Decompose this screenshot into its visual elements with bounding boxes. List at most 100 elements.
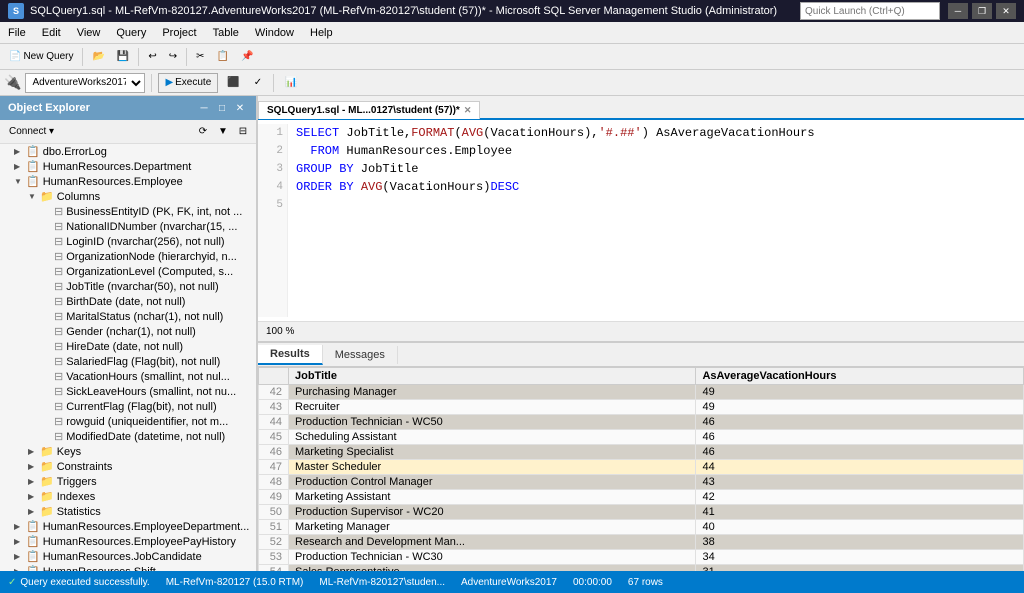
menu-file[interactable]: File — [0, 25, 34, 41]
code-line-3[interactable]: GROUP BY JobTitle — [296, 160, 1016, 178]
close-button[interactable]: ✕ — [996, 3, 1016, 19]
node-label-errorLog: dbo.ErrorLog — [43, 146, 107, 158]
tree-item-hrEmpPay[interactable]: ▶ 📋 HumanResources.EmployeePayHistory — [0, 534, 256, 549]
table-row[interactable]: 48 Production Control Manager 43 — [259, 475, 1024, 490]
tree-item-hrShift[interactable]: ▶ 📋 HumanResources.Shift — [0, 564, 256, 571]
panel-close-btn[interactable]: ✕ — [232, 100, 248, 116]
panel-max-btn[interactable]: □ — [214, 100, 230, 116]
table-row[interactable]: 42 Purchasing Manager 49 — [259, 385, 1024, 400]
paste-btn[interactable]: 📌 — [236, 46, 258, 68]
menu-table[interactable]: Table — [205, 25, 247, 41]
menu-edit[interactable]: Edit — [34, 25, 69, 41]
tree-inner: ▶ 📋 dbo.ErrorLog ▶ 📋 HumanResources.Depa… — [0, 144, 256, 571]
parse-btn[interactable]: ✓ — [249, 72, 267, 94]
results-btn[interactable]: 📊 — [280, 72, 302, 94]
tree-item-constraintsFolder[interactable]: ▶ 📁 Constraints — [0, 459, 256, 474]
copy-btn[interactable]: 📋 — [212, 46, 234, 68]
panel-min-btn[interactable]: ─ — [196, 100, 212, 116]
editor-tab-1-label: SQLQuery1.sql - ML...0127\student (57))* — [267, 105, 460, 116]
results-tab-results[interactable]: Results — [258, 345, 323, 365]
code-line-4[interactable]: ORDER BY AVG(VacationHours)DESC — [296, 178, 1016, 196]
table-row[interactable]: 47 Master Scheduler 44 — [259, 460, 1024, 475]
oe-filter-btn[interactable]: ▼ — [214, 123, 232, 141]
tree-item-colsFolder[interactable]: ▼ 📁 Columns — [0, 189, 256, 204]
new-query-btn[interactable]: 📄 New Query — [4, 46, 78, 68]
quick-launch-input[interactable] — [800, 2, 940, 20]
tree-item-col3[interactable]: ⊟ LoginID (nvarchar(256), not null) — [0, 234, 256, 249]
tree-item-col6[interactable]: ⊟ JobTitle (nvarchar(50), not null) — [0, 279, 256, 294]
tree-item-statisticsFolder[interactable]: ▶ 📁 Statistics — [0, 504, 256, 519]
toolbar2-sep2 — [273, 74, 274, 92]
node-icon-col9: ⊟ — [54, 325, 63, 338]
node-icon-hrEmpDept: 📋 — [26, 520, 40, 533]
tree-item-hrJobCand[interactable]: ▶ 📋 HumanResources.JobCandidate — [0, 549, 256, 564]
node-icon-col2: ⊟ — [54, 220, 63, 233]
expand-icon-hrEmpPay: ▶ — [14, 537, 26, 546]
menu-view[interactable]: View — [69, 25, 109, 41]
editor-tab-1-close[interactable]: ✕ — [464, 105, 472, 116]
node-label-col10: HireDate (date, not null) — [66, 341, 183, 353]
tree-item-col13[interactable]: ⊟ SickLeaveHours (smallint, not nu... — [0, 384, 256, 399]
menu-help[interactable]: Help — [302, 25, 341, 41]
new-query-label: New Query — [23, 51, 73, 62]
menu-query[interactable]: Query — [108, 25, 154, 41]
tree-item-hrDept[interactable]: ▶ 📋 HumanResources.Department — [0, 159, 256, 174]
table-row[interactable]: 45 Scheduling Assistant 46 — [259, 430, 1024, 445]
table-row[interactable]: 51 Marketing Manager 40 — [259, 520, 1024, 535]
open-btn[interactable]: 📂 — [87, 46, 109, 68]
tree-item-col11[interactable]: ⊟ SalariedFlag (Flag(bit), not null) — [0, 354, 256, 369]
tree-item-col5[interactable]: ⊟ OrganizationLevel (Computed, s... — [0, 264, 256, 279]
tree-item-hrEmpDept[interactable]: ▶ 📋 HumanResources.EmployeeDepartment... — [0, 519, 256, 534]
code-line-2[interactable]: FROM HumanResources.Employee — [296, 142, 1016, 160]
table-row[interactable]: 53 Production Technician - WC30 34 — [259, 550, 1024, 565]
node-label-colsFolder: Columns — [57, 191, 100, 203]
node-icon-col14: ⊟ — [54, 400, 63, 413]
results-grid[interactable]: JobTitle AsAverageVacationHours 42 Purch… — [258, 367, 1024, 571]
table-row[interactable]: 43 Recruiter 49 — [259, 400, 1024, 415]
tree-item-col15[interactable]: ⊟ rowguid (uniqueidentifier, not m... — [0, 414, 256, 429]
menu-window[interactable]: Window — [247, 25, 302, 41]
oe-connect-btn[interactable]: Connect ▾ — [4, 123, 59, 141]
tree-item-col2[interactable]: ⊟ NationalIDNumber (nvarchar(15, ... — [0, 219, 256, 234]
database-dropdown[interactable]: AdventureWorks2017 — [25, 73, 145, 93]
tree-item-col16[interactable]: ⊟ ModifiedDate (datetime, not null) — [0, 429, 256, 444]
tree-item-col12[interactable]: ⊟ VacationHours (smallint, not nul... — [0, 369, 256, 384]
save-btn[interactable]: 💾 — [112, 46, 134, 68]
code-content[interactable]: SELECT JobTitle,FORMAT(AVG(VacationHours… — [288, 124, 1024, 317]
tree-item-col14[interactable]: ⊟ CurrentFlag (Flag(bit), not null) — [0, 399, 256, 414]
tree-item-keysFolder[interactable]: ▶ 📁 Keys — [0, 444, 256, 459]
code-editor[interactable]: 12345 SELECT JobTitle,FORMAT(AVG(Vacatio… — [258, 120, 1024, 321]
tree-item-col8[interactable]: ⊟ MaritalStatus (nchar(1), not null) — [0, 309, 256, 324]
table-row[interactable]: 49 Marketing Assistant 42 — [259, 490, 1024, 505]
table-row[interactable]: 44 Production Technician - WC50 46 — [259, 415, 1024, 430]
tree-item-col7[interactable]: ⊟ BirthDate (date, not null) — [0, 294, 256, 309]
tree-item-hrEmployee[interactable]: ▼ 📋 HumanResources.Employee — [0, 174, 256, 189]
stop-btn[interactable]: ⬛ — [222, 72, 244, 94]
code-line-5[interactable] — [296, 196, 1016, 214]
tree-item-col4[interactable]: ⊟ OrganizationNode (hierarchyid, n... — [0, 249, 256, 264]
execute-button[interactable]: ▶ Execute — [158, 73, 218, 93]
cut-btn[interactable]: ✂ — [191, 46, 209, 68]
tree-item-errorLog[interactable]: ▶ 📋 dbo.ErrorLog — [0, 144, 256, 159]
results-tab-messages[interactable]: Messages — [323, 346, 398, 364]
table-row[interactable]: 50 Production Supervisor - WC20 41 — [259, 505, 1024, 520]
tree-item-col9[interactable]: ⊟ Gender (nchar(1), not null) — [0, 324, 256, 339]
tree-item-indexesFolder[interactable]: ▶ 📁 Indexes — [0, 489, 256, 504]
menu-project[interactable]: Project — [154, 25, 204, 41]
tree-item-triggersFolder[interactable]: ▶ 📁 Triggers — [0, 474, 256, 489]
table-row[interactable]: 52 Research and Development Man... 38 — [259, 535, 1024, 550]
editor-tab-1[interactable]: SQLQuery1.sql - ML...0127\student (57))*… — [258, 101, 480, 119]
row-num: 45 — [259, 430, 289, 445]
undo-btn[interactable]: ↩ — [143, 46, 161, 68]
row-jobtitle: Purchasing Manager — [289, 385, 696, 400]
tree-item-col1[interactable]: ⊟ BusinessEntityID (PK, FK, int, not ... — [0, 204, 256, 219]
code-line-1[interactable]: SELECT JobTitle,FORMAT(AVG(VacationHours… — [296, 124, 1016, 142]
restore-button[interactable]: ❐ — [972, 3, 992, 19]
table-row[interactable]: 46 Marketing Specialist 46 — [259, 445, 1024, 460]
oe-refresh-btn[interactable]: ⟳ — [194, 123, 212, 141]
redo-btn[interactable]: ↪ — [164, 46, 182, 68]
row-num: 48 — [259, 475, 289, 490]
oe-collapse-btn[interactable]: ⊟ — [234, 123, 252, 141]
minimize-button[interactable]: ─ — [948, 3, 968, 19]
tree-item-col10[interactable]: ⊟ HireDate (date, not null) — [0, 339, 256, 354]
